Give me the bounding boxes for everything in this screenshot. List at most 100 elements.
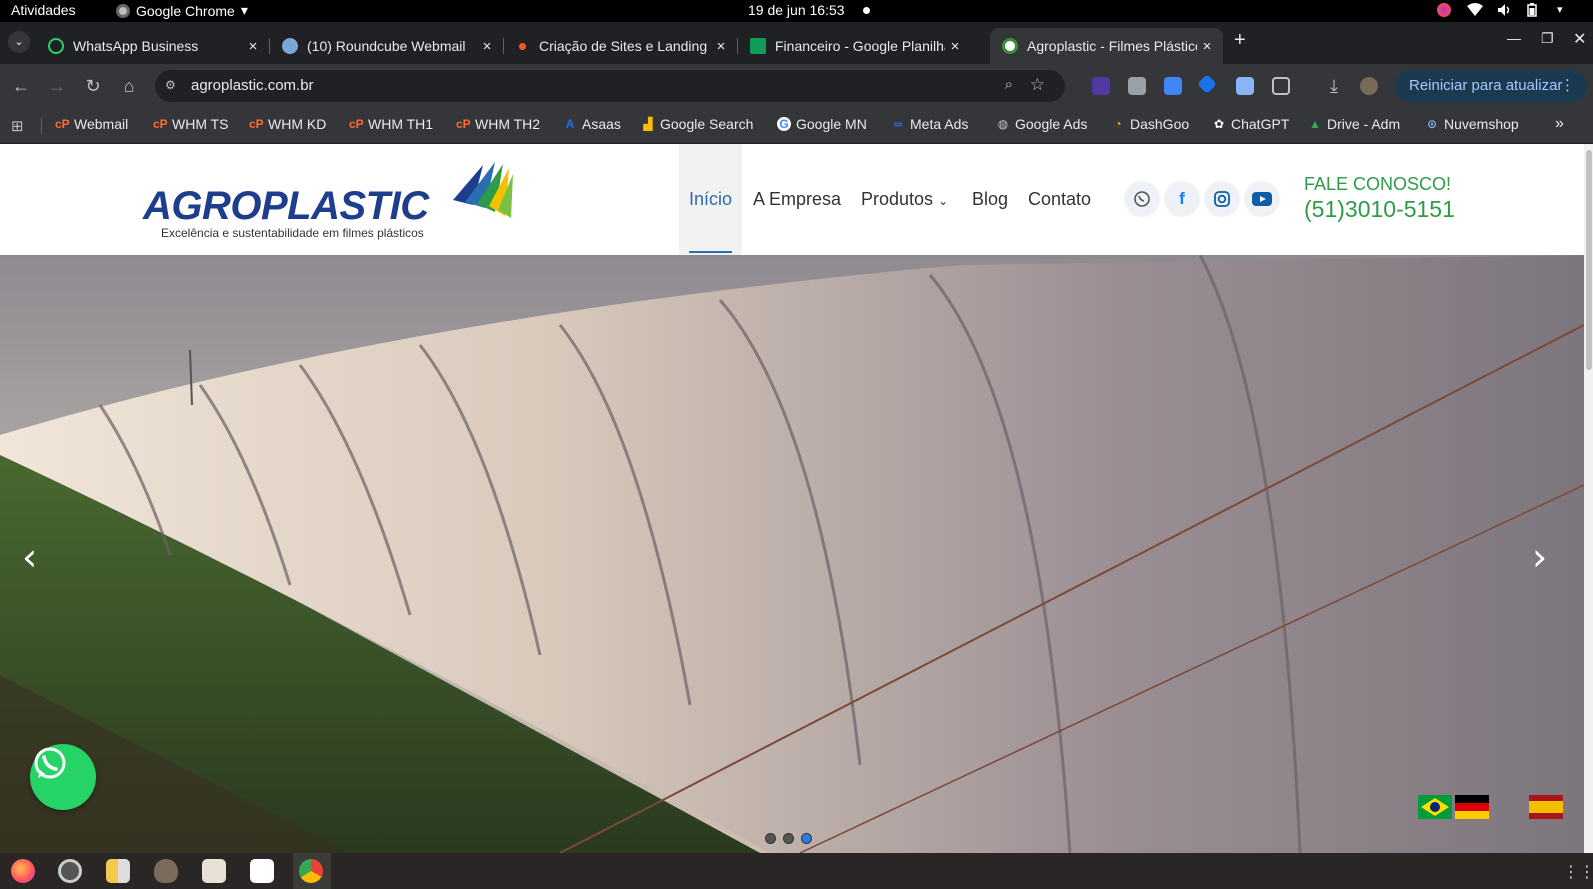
tab-financeiro[interactable]: Financeiro - Google Planilhas × [738,28,971,64]
youtube-social-button[interactable] [1244,181,1280,217]
extension-icon[interactable] [1092,77,1110,95]
download-icon[interactable]: ⤓ [1322,74,1346,98]
page-scrollbar[interactable] [1584,144,1593,853]
slider-next-icon[interactable]: › [1532,535,1547,579]
logo-wordmark: AGROPLASTIC [143,184,429,228]
screenshot-extension-icon[interactable] [1236,77,1254,95]
power-caret-icon[interactable]: ▾ [1557,3,1571,17]
more-vert-icon[interactable]: ⋮ [1560,70,1575,102]
gimp-icon[interactable] [154,859,178,883]
text-editor-icon[interactable] [250,859,274,883]
apps-grid-icon[interactable]: ⊞ [11,117,24,135]
close-icon[interactable]: × [477,38,497,55]
close-icon[interactable]: × [243,38,263,55]
close-icon[interactable]: × [711,38,731,55]
more-bookmarks-icon[interactable]: » [1555,115,1564,133]
nav-label: Contato [1028,189,1092,209]
facebook-social-button[interactable]: f [1164,181,1200,217]
nav-a-empresa[interactable]: A Empresa [743,144,851,255]
restart-to-update-button[interactable]: Reiniciar para atualizar ⋮ [1395,70,1587,102]
bookmark-label: Asaas [582,116,621,132]
bookmark-whm-th2[interactable]: cP WHM TH2 [456,116,540,132]
files-icon[interactable] [202,859,226,883]
bookmark-whm-ts[interactable]: cP WHM TS [153,116,229,132]
contact-phone[interactable]: (51)3010-5151 [1304,196,1455,223]
site-info-icon[interactable]: ⚙ [165,78,181,94]
bookmark-star-icon[interactable]: ☆ [1030,75,1045,95]
bookmark-asaas[interactable]: A Asaas [563,116,621,132]
activities-button[interactable]: Atividades [11,2,76,18]
tab-criacao-sites[interactable]: Criação de Sites e Landing × [504,28,738,64]
bookmark-whm-th1[interactable]: cP WHM TH1 [349,116,433,132]
calculator-icon[interactable] [106,859,130,883]
system-tray[interactable]: ▾ [1437,3,1571,17]
language-flags [1418,795,1563,819]
chrome-icon[interactable] [299,859,323,883]
bookmark-google-ads[interactable]: ◍ Google Ads [996,116,1088,132]
url-text[interactable]: agroplastic.com.br [191,77,314,94]
whatsapp-social-button[interactable] [1124,181,1160,217]
instagram-social-button[interactable] [1204,181,1240,217]
restore-button[interactable]: ❐ [1541,30,1554,47]
slider-prev-icon[interactable]: ‹ [22,535,37,579]
slider-dot[interactable] [783,833,794,844]
home-icon[interactable]: ⌂ [117,74,141,98]
hero-slider[interactable]: ‹ › [0,255,1584,853]
nav-inicio[interactable]: Início [679,144,743,255]
bookmark-meta-ads[interactable]: ∞ Meta Ads [891,116,969,132]
nav-label: Blog [972,189,1009,209]
tag-extension-icon[interactable] [1197,74,1217,94]
cpanel-icon: cP [55,117,70,131]
clock[interactable]: 19 de jun 16:53 [748,2,845,18]
avatar[interactable] [1360,77,1378,95]
nav-blog[interactable]: Blog [962,144,1018,255]
bookmark-label: Google Search [660,116,754,132]
firefox-icon[interactable] [11,859,35,883]
close-window-button[interactable]: ✕ [1573,29,1586,49]
app-name: Google Chrome [136,2,235,19]
volume-icon[interactable] [1497,3,1511,17]
puzzle-extensions-icon[interactable] [1272,77,1290,95]
bookmark-webmail[interactable]: cP Webmail [55,116,128,132]
tab-roundcube[interactable]: (10) Roundcube Webmail × [270,28,504,64]
back-arrow-icon[interactable]: ← [9,74,33,98]
app-menu[interactable]: Google Chrome ▾ [116,2,248,19]
youtube-icon [1252,192,1272,206]
bookmark-label: WHM TH2 [475,116,541,132]
tab-search-button[interactable]: ⌄ [8,31,30,53]
bookmark-google-search[interactable]: ▟ Google Search [641,116,753,132]
slider-dot[interactable] [765,833,776,844]
minimize-button[interactable]: — [1507,30,1521,46]
close-icon[interactable]: × [1197,38,1217,55]
bookmark-nuvemshop[interactable]: ⊙ Nuvemshop [1425,116,1519,132]
nav-contato[interactable]: Contato [1018,144,1101,255]
slider-dot-active[interactable] [801,833,812,844]
close-icon[interactable]: × [945,38,965,55]
show-apps-icon[interactable]: ⋮⋮⋮ [1563,862,1593,882]
tab-agroplastic[interactable]: Agroplastic - Filmes Plásticos × [990,28,1223,64]
settings-icon[interactable] [58,859,82,883]
translate-extension-icon[interactable] [1164,77,1182,95]
bookmark-chatgpt[interactable]: ✿ ChatGPT [1212,116,1289,132]
bookmark-google-mn[interactable]: G Google MN [777,116,867,132]
bookmark-drive-adm[interactable]: ▲ Drive - Adm [1308,116,1400,132]
new-tab-button[interactable]: + [1234,29,1246,52]
spain-flag-icon[interactable] [1529,795,1563,819]
forward-arrow-icon[interactable]: → [45,74,69,98]
battery-icon[interactable] [1527,3,1541,17]
address-bar[interactable]: ⚙ agroplastic.com.br ⌕ ☆ [155,70,1065,102]
tab-whatsapp[interactable]: WhatsApp Business × [36,28,270,64]
wifi-icon[interactable] [1467,3,1483,17]
germany-flag-icon[interactable] [1455,795,1489,819]
scrollbar-thumb[interactable] [1586,150,1592,370]
whatsapp-float-button[interactable] [30,744,96,810]
bookmark-dashgoo[interactable]: ◔ DashGoo [1111,116,1189,132]
brazil-flag-icon[interactable] [1418,795,1526,819]
bookmark-whm-kd[interactable]: cP WHM KD [249,116,326,132]
reload-icon[interactable]: ↻ [81,74,105,98]
camera-extension-icon[interactable] [1128,77,1146,95]
nav-produtos[interactable]: Produtos ⌄ [851,144,958,255]
firefox-tray-icon[interactable] [1437,3,1451,17]
zoom-icon[interactable]: ⌕ [1005,76,1013,93]
site-logo[interactable]: AGROPLASTIC Excelência e sustentabilidad… [143,160,513,244]
